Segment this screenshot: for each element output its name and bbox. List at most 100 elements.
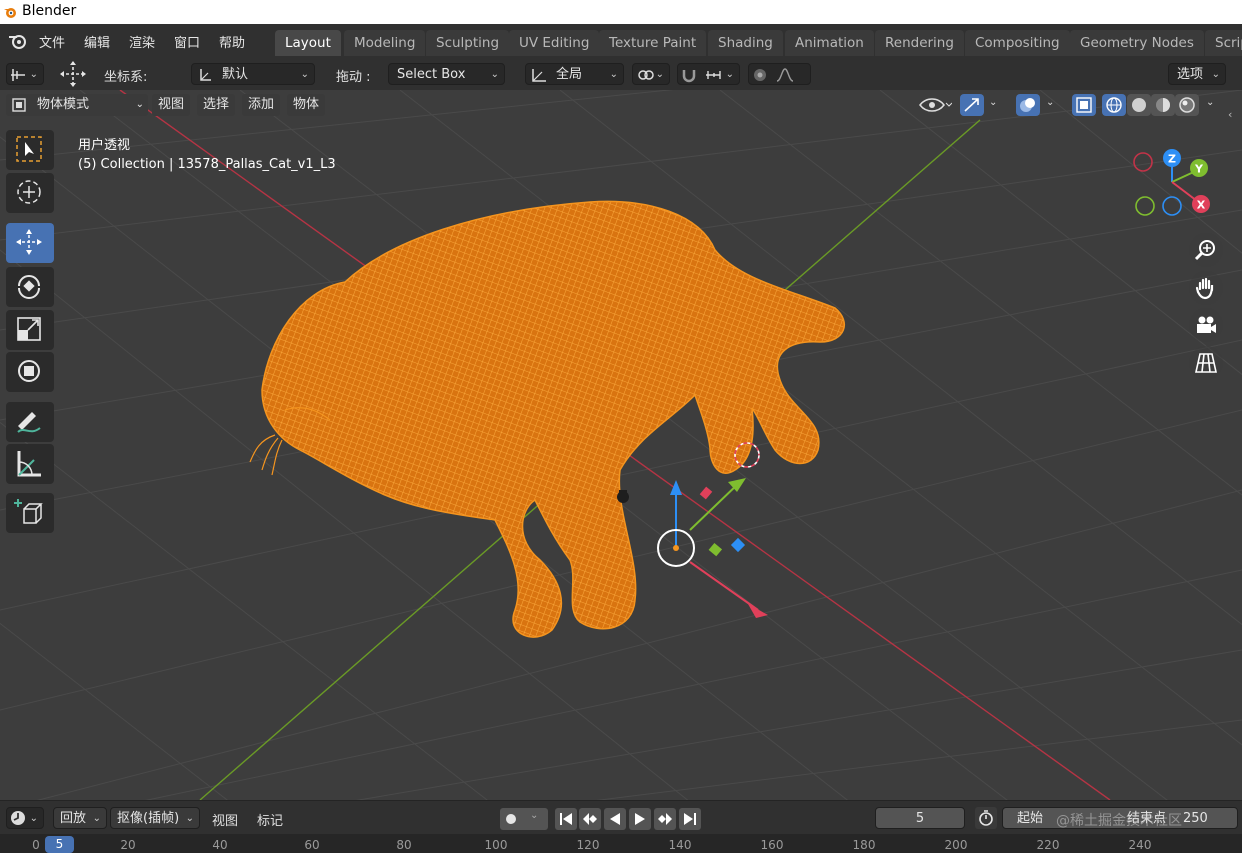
ruler-tick: 20 [120,838,136,852]
tab-modeling[interactable]: Modeling [344,30,426,56]
pivot-value: 全局 [556,67,583,82]
rotate-icon [18,275,40,299]
drag-value: Select Box [397,67,466,82]
ruler-tick: 160 [760,838,784,852]
ruler-tick: 40 [212,838,228,852]
navigation-gizmo[interactable]: Z Y X [1125,142,1220,232]
options-dropdown[interactable]: 选项 ⌄ [1168,63,1226,85]
transform-tool[interactable] [6,352,54,392]
solid-shading-button[interactable] [1127,94,1151,116]
overlay-toggle[interactable] [1016,94,1040,116]
chevron-down-icon: ⌄ [135,99,144,110]
menu-render[interactable]: 渲染 [129,32,155,51]
move-tool-icon[interactable] [58,60,88,88]
auto-keying-button[interactable]: ⌄ [500,808,548,830]
chevron-down-icon[interactable]: ⌄ [989,97,997,108]
proportional-edit-dropdown[interactable] [748,63,811,85]
tab-animation[interactable]: Animation [785,30,874,56]
timeline-menu-marker[interactable]: 标记 [257,810,283,829]
tab-rendering[interactable]: Rendering [875,30,964,56]
timeline-ruler[interactable]: 5 0 20 40 60 80 100 120 140 160 180 200 … [0,834,1242,853]
tab-uv-editing[interactable]: UV Editing [509,30,600,56]
3d-viewport[interactable]: 物体模式 ⌄ 视图 选择 添加 物体 ⌄ ⌄ ⌄ ‹ 用户透视 (5) Coll… [0,90,1242,800]
prev-keyframe-button[interactable] [579,808,601,830]
scale-tool[interactable] [6,310,54,350]
xray-toggle[interactable] [1072,94,1096,116]
transform-icon [18,360,40,382]
orientation-value: 默认 [222,67,249,82]
viewport-menu-view[interactable]: 视图 [152,94,191,116]
visibility-eye-icon[interactable] [918,95,952,115]
overlay-icon [1020,98,1035,112]
editor-type-dropdown[interactable]: ⌄ [6,63,44,85]
top-menu-bar: 文件 编辑 渲染 窗口 帮助 Layout Modeling Sculpting… [0,24,1242,59]
gizmo-toggle[interactable] [960,94,984,116]
viewport-menu-select[interactable]: 选择 [197,94,236,116]
next-keyframe-button[interactable] [654,808,676,830]
orientation-dropdown[interactable]: 默认 ⌄ [191,63,315,85]
chevron-down-icon[interactable]: ⌄ [1206,97,1214,108]
chevron-down-icon: ⌄ [29,813,38,824]
tab-layout[interactable]: Layout [275,30,341,56]
menu-help[interactable]: 帮助 [219,32,245,51]
zoom-button[interactable] [1189,233,1223,267]
gizmo-icon [964,98,979,112]
playhead-frame: 5 [55,837,64,851]
menu-file[interactable]: 文件 [39,32,65,51]
pan-button[interactable] [1189,271,1223,305]
wireframe-shading-button[interactable] [1102,94,1126,116]
gizmo-y-label: Y [1194,163,1204,176]
tab-texture-paint[interactable]: Texture Paint [599,30,707,56]
measure-tool[interactable] [6,444,54,484]
pivot-point-dropdown[interactable]: 全局 ⌄ [525,63,624,85]
projection-toggle-button[interactable] [1189,346,1223,380]
object-mode-dropdown[interactable]: 物体模式 ⌄ [6,94,148,116]
playback-dropdown[interactable]: 回放 ⌄ [53,807,107,829]
snap-dropdown[interactable]: ⌄ [677,63,740,85]
watermark-text: @稀土掘金技术社区 [1056,813,1182,829]
sidebar-toggle-chevron-icon[interactable]: ‹ [1228,108,1232,121]
cursor-tool[interactable] [6,173,54,213]
viewport-menu-add[interactable]: 添加 [242,94,281,116]
timeline-menu-view[interactable]: 视图 [212,810,238,829]
play-button[interactable] [629,808,651,830]
viewport-scene[interactable] [0,90,1242,800]
drag-dropdown[interactable]: Select Box ⌄ [388,63,505,85]
chevron-down-icon: ⌄ [725,69,734,80]
start-label: 起始 [1017,811,1044,826]
tab-geometry-nodes[interactable]: Geometry Nodes [1070,30,1204,56]
chevron-down-icon[interactable]: ⌄ [1046,97,1054,108]
play-reverse-button[interactable] [604,808,626,830]
jump-start-button[interactable] [555,808,577,830]
current-frame-field[interactable]: 5 [875,807,965,829]
keying-dropdown[interactable]: 抠像(插帧) ⌄ [110,807,200,829]
object-mode-icon [12,98,26,112]
jump-end-button[interactable] [679,808,701,830]
tab-compositing[interactable]: Compositing [965,30,1070,56]
menu-edit[interactable]: 编辑 [84,32,110,51]
tab-shading[interactable]: Shading [708,30,783,56]
tab-scripting[interactable]: Scrip [1205,30,1242,56]
menu-window[interactable]: 窗口 [174,32,200,51]
rotate-tool[interactable] [6,267,54,307]
tab-sculpting[interactable]: Sculpting [426,30,510,56]
playback-label: 回放 [60,811,87,826]
timeline-editor-type-dropdown[interactable]: ⌄ [6,807,44,829]
annotate-tool[interactable] [6,402,54,442]
rendered-shading-button[interactable] [1175,94,1199,116]
material-shading-button[interactable] [1151,94,1175,116]
use-preview-range-button[interactable] [975,807,997,829]
select-box-tool[interactable] [6,130,54,170]
move-tool[interactable] [6,223,54,263]
add-cube-tool[interactable] [6,493,54,533]
zoom-magnifier-icon [1194,240,1215,261]
camera-view-button[interactable] [1189,308,1223,342]
view-name-label: 用户透视 [78,138,131,153]
transform-pivot-dropdown[interactable]: ⌄ [632,63,670,85]
move-gizmo [657,478,768,618]
playhead-marker[interactable]: 5 [45,836,74,853]
viewport-menu-object[interactable]: 物体 [287,94,326,116]
prev-keyframe-icon [583,813,597,825]
collection-info: (5) Collection | 13578_Pallas_Cat_v1_L3 [78,157,336,172]
blender-menu-icon[interactable] [8,32,28,50]
